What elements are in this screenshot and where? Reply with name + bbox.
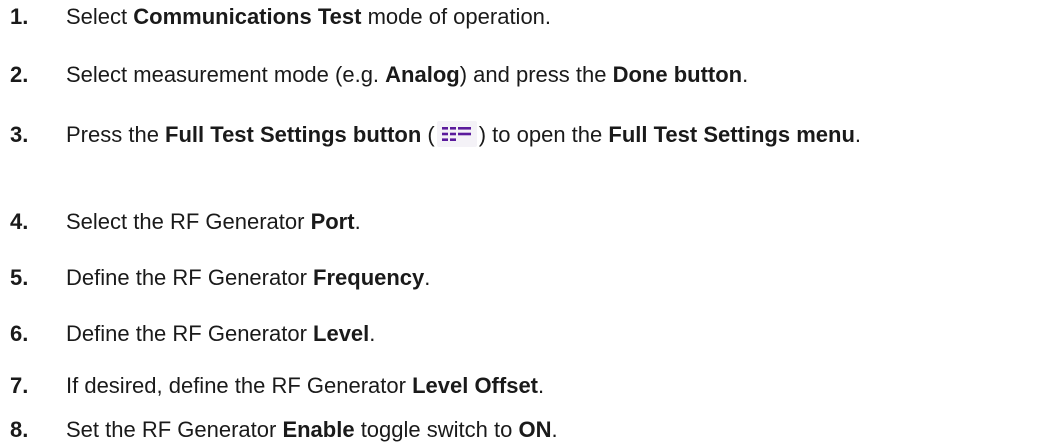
step-text: Select the RF Generator Port. [66, 208, 1026, 236]
step-text-part: ) and press the [459, 62, 613, 87]
step-text: Define the RF Generator Level. [66, 320, 1026, 348]
step-text: Set the RF Generator Enable toggle switc… [66, 416, 1026, 444]
step-number: 2. [10, 62, 29, 87]
step-number: 6. [10, 321, 29, 346]
step-bold-term: Port [310, 209, 355, 234]
step-text-part: . [551, 417, 558, 442]
step-text-part: toggle switch to [354, 417, 519, 442]
step-text-part: . [354, 209, 361, 234]
step-text-part: . [538, 373, 545, 398]
step-number: 8. [10, 417, 29, 442]
step-bold-term: Analog [385, 62, 460, 87]
step-text-part: Select [66, 4, 134, 29]
step-text-part: ( [421, 122, 435, 147]
step-text-part: If desired, define the RF Generator [66, 373, 413, 398]
step-text-part: . [854, 122, 862, 147]
step-number: 5. [10, 265, 29, 290]
step-text: Press the Full Test Settings button ( ) … [66, 121, 1026, 149]
step-text-part: . [424, 265, 431, 290]
step-text: Define the RF Generator Frequency. [66, 264, 1026, 292]
step-bold-term: Level [313, 321, 370, 346]
step-text: If desired, define the RF Generator Leve… [66, 372, 1026, 400]
full-test-settings-icon [436, 121, 477, 147]
step-bold-term: ON [518, 417, 552, 442]
step-text: Select measurement mode (e.g. Analog) an… [66, 61, 1026, 89]
step-bold-term: Enable [282, 417, 355, 442]
step-bold-term: Done button [612, 62, 743, 87]
full-test-settings-icon-glyph [441, 127, 471, 141]
step-number: 1. [10, 4, 29, 29]
step-text-part: . [742, 62, 749, 87]
step-bold-term: Frequency [313, 265, 425, 290]
step-bold-term: Full Test Settings menu [608, 122, 855, 147]
step-bold-term: Level Offset [412, 373, 539, 398]
step-text-part: Select measurement mode (e.g. [66, 62, 386, 87]
step-bold-term: Full Test Settings button [165, 122, 422, 147]
step-text-part: Select the RF Generator [66, 209, 311, 234]
step-text-part: Define the RF Generator [66, 265, 314, 290]
step-text-part: ) to open the [478, 122, 609, 147]
step-bold-term: Communications Test [133, 4, 362, 29]
step-number: 4. [10, 209, 29, 234]
step-text: Select Communications Test mode of opera… [66, 3, 1026, 31]
step-text-part: Press the [66, 122, 166, 147]
step-text-part: Set the RF Generator [66, 417, 283, 442]
step-text-part: Define the RF Generator [66, 321, 314, 346]
step-number: 3. [10, 122, 29, 147]
step-text-part: . [369, 321, 376, 346]
step-text-part: mode of operation. [361, 4, 552, 29]
step-number: 7. [10, 373, 29, 398]
